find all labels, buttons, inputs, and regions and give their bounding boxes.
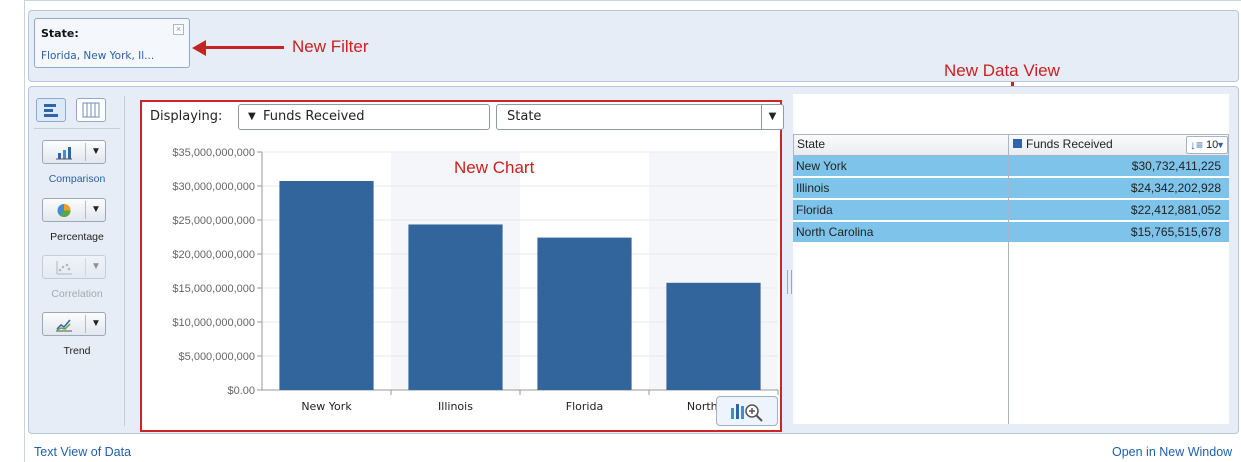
button-separator <box>85 258 86 276</box>
x-tick-label: Florida <box>566 400 603 413</box>
scatter-chart-icon <box>56 261 72 275</box>
sort-descending-icon: ↓≡ <box>1190 138 1204 152</box>
cell-funds: $15,765,515,678 <box>1130 225 1221 239</box>
columns-icon <box>82 102 100 118</box>
chevron-down-icon: ▼ <box>248 111 256 122</box>
series-color-icon <box>1013 139 1022 148</box>
measure-select[interactable]: ▼ Funds Received <box>238 104 490 130</box>
top-n-sort-control[interactable]: ↓≡ 10 ▼ <box>1186 136 1228 154</box>
zoom-chart-button[interactable] <box>716 396 778 426</box>
y-tick-label: $15,000,000,000 <box>172 283 255 295</box>
line-chart-icon <box>56 319 72 332</box>
column-header-funds-label: Funds Received <box>1026 137 1113 151</box>
cell-funds: $22,412,881,052 <box>1130 203 1221 217</box>
x-tick-label: Illinois <box>438 400 473 413</box>
y-tick-label: $10,000,000,000 <box>172 317 255 329</box>
table-row[interactable]: Illinois $24,342,202,928 <box>793 178 1229 199</box>
y-tick-label: $5,000,000,000 <box>179 351 255 363</box>
percentage-button[interactable]: ▼ <box>42 198 106 222</box>
bar <box>408 224 503 390</box>
panel-divider <box>124 96 125 426</box>
filter-value[interactable]: Florida, New York, Il... <box>41 50 154 62</box>
trend-button[interactable]: ▼ <box>42 312 106 336</box>
state-filter-chip[interactable]: State: × Florida, New York, Il... <box>34 18 190 68</box>
filter-title: State: <box>41 27 79 40</box>
cell-state: Florida <box>796 203 833 217</box>
measure-select-value: Funds Received <box>263 109 365 124</box>
chart-view-toggle[interactable] <box>36 98 66 122</box>
chevron-down-icon[interactable]: ▼ <box>91 146 101 157</box>
chevron-down-icon: ▼ <box>1216 140 1225 150</box>
annotation-new-chart: New Chart <box>454 158 535 177</box>
trend-label: Trend <box>63 345 91 357</box>
panel-resize-handle[interactable] <box>787 270 792 294</box>
cell-state: New York <box>796 159 847 173</box>
chevron-down-icon: ▼ <box>91 261 101 272</box>
dimension-select-value: State <box>507 109 542 124</box>
table-header: State Funds Received ↓≡ 10 ▼ <box>793 134 1229 156</box>
percentage-label: Percentage <box>50 231 104 243</box>
column-header-funds[interactable]: Funds Received ↓≡ 10 ▼ <box>1009 135 1230 155</box>
table-row[interactable]: North Carolina $15,765,515,678 <box>793 222 1229 243</box>
x-tick-label: New York <box>301 400 352 413</box>
y-tick-label: $0.00 <box>227 385 255 397</box>
chart-panel: Displaying: ▼ Funds Received State ▼ $0.… <box>140 100 784 432</box>
dimension-select[interactable]: State ▼ <box>496 104 784 130</box>
correlation-label: Correlation <box>51 288 103 300</box>
button-separator <box>85 201 86 219</box>
chevron-down-icon[interactable]: ▼ <box>761 105 783 129</box>
comparison-label: Comparison <box>48 173 106 185</box>
button-separator <box>85 315 86 333</box>
annotation-new-data-view: New Data View <box>944 61 1060 80</box>
text-view-link[interactable]: Text View of Data <box>34 445 131 459</box>
table-row[interactable]: Florida $22,412,881,052 <box>793 200 1229 221</box>
cell-funds: $30,732,411,225 <box>1131 159 1221 173</box>
bar <box>666 282 761 390</box>
table-row[interactable]: New York $30,732,411,225 <box>793 156 1229 177</box>
zoom-chart-icon <box>731 404 763 422</box>
comparison-button[interactable]: ▼ <box>42 140 106 164</box>
annotation-arrow <box>204 46 284 49</box>
bar-chart-icon <box>56 147 72 160</box>
toolbar-separator <box>34 128 120 129</box>
cell-state: Illinois <box>796 181 830 195</box>
column-divider <box>1008 156 1009 424</box>
annotation-new-filter: New Filter <box>292 37 369 56</box>
open-new-window-link[interactable]: Open in New Window <box>1112 445 1232 459</box>
button-separator <box>85 143 86 161</box>
table-view-toggle[interactable] <box>76 98 106 122</box>
chart-type-toolbar: ▼ Comparison ▼ Percentage ▼ Correlation <box>34 94 120 426</box>
bar <box>537 237 632 390</box>
correlation-button: ▼ <box>42 255 106 279</box>
close-icon[interactable]: × <box>173 24 184 35</box>
y-tick-label: $30,000,000,000 <box>172 181 255 193</box>
bar-chart: $0.00 $5,000,000,000 $10,000,000,000 $15,00… <box>172 147 779 413</box>
chevron-down-icon[interactable]: ▼ <box>91 318 101 329</box>
bar-list-icon <box>44 104 58 117</box>
pie-chart-icon <box>57 204 71 217</box>
cell-state: North Carolina <box>796 225 874 239</box>
chevron-down-icon[interactable]: ▼ <box>91 204 101 215</box>
bar <box>279 181 374 390</box>
cell-funds: $24,342,202,928 <box>1130 181 1221 195</box>
column-header-state[interactable]: State <box>794 135 1009 155</box>
displaying-label: Displaying: <box>150 109 223 124</box>
y-tick-label: $35,000,000,000 <box>172 147 255 159</box>
y-tick-label: $25,000,000,000 <box>172 215 255 227</box>
data-table-panel: State Funds Received ↓≡ 10 ▼ New York $30… <box>793 94 1229 424</box>
y-tick-label: $20,000,000,000 <box>172 249 255 261</box>
